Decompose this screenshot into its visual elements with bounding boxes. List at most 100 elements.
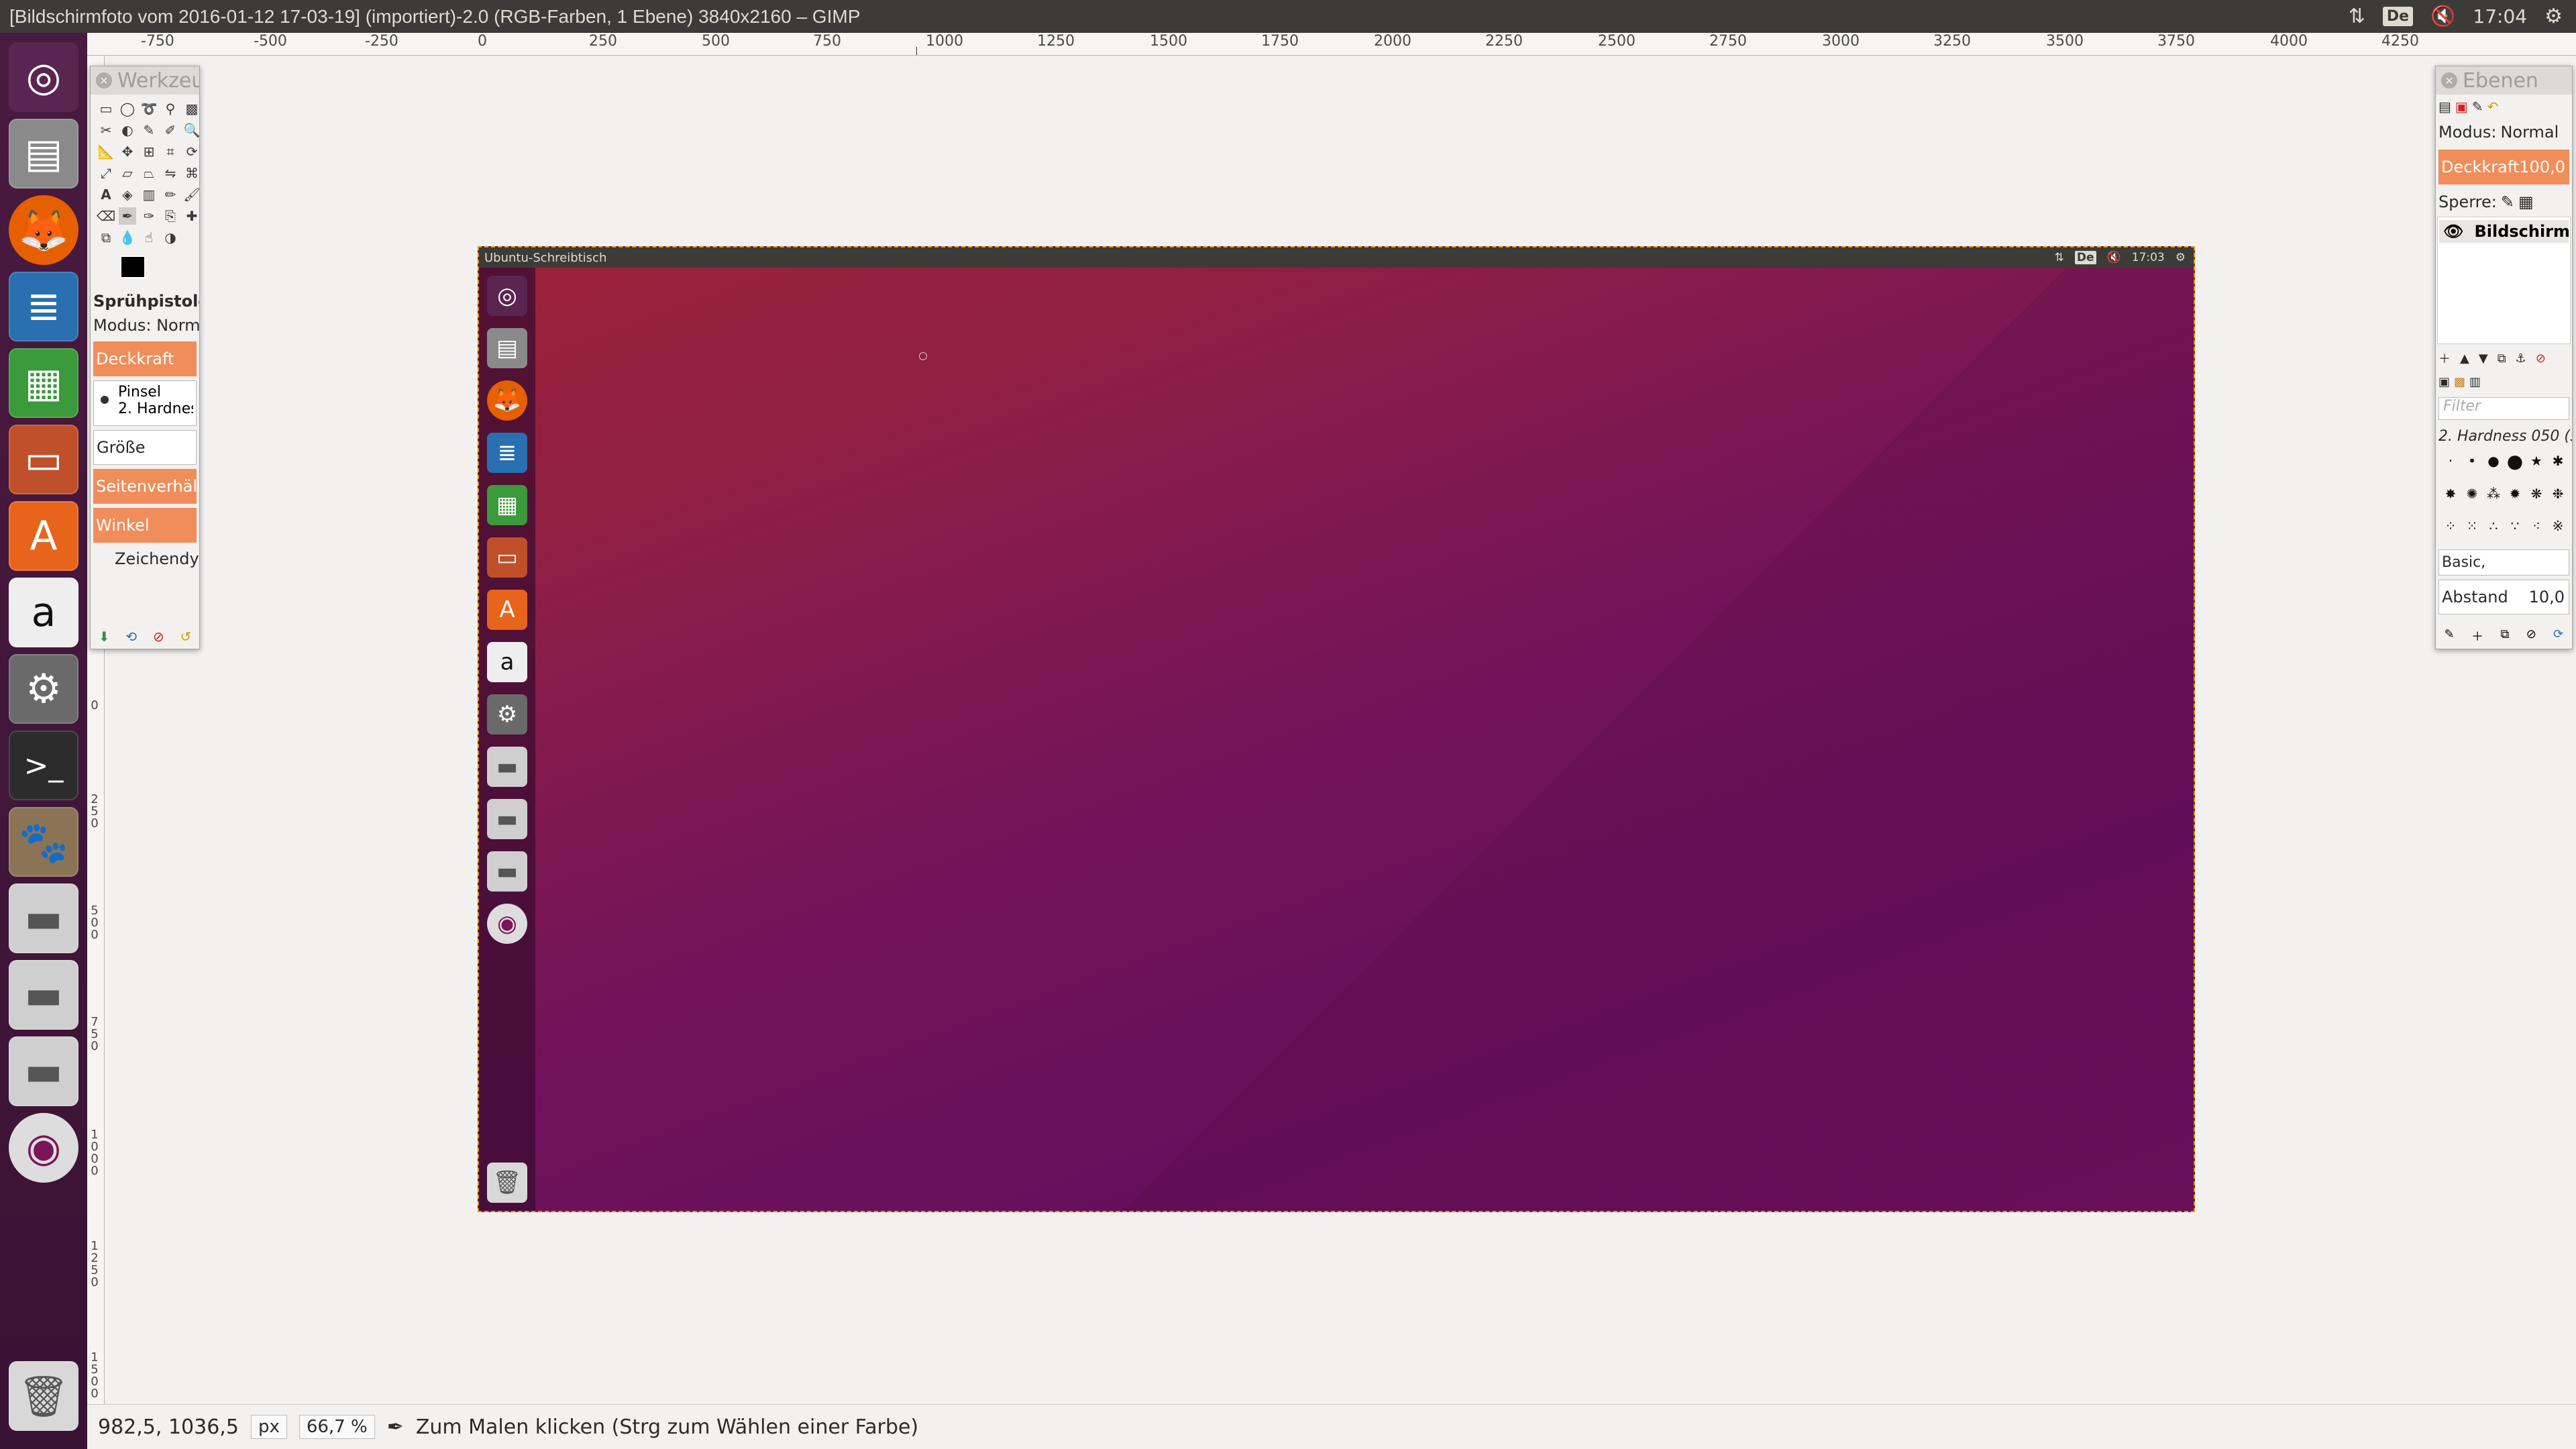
blur-icon[interactable]: 💧 (119, 229, 136, 246)
clock[interactable]: 17:04 (2473, 5, 2527, 28)
lasso-icon[interactable]: ➰ (140, 100, 158, 117)
gear-icon[interactable]: ⚙ (2544, 5, 2563, 28)
pencil-icon[interactable]: ✏ (162, 186, 179, 203)
foreground-color[interactable] (120, 256, 146, 278)
unit-select[interactable]: px (250, 1415, 287, 1439)
delete-layer-icon[interactable]: ⊘ (2536, 352, 2546, 366)
paths-icon[interactable]: ✎ (140, 121, 158, 139)
scale-icon[interactable]: ⤢ (97, 164, 115, 182)
fuzzy-select-icon[interactable]: ⚲ (162, 100, 179, 117)
flip-icon[interactable]: ⇋ (162, 164, 179, 182)
text-icon[interactable]: A (97, 186, 115, 203)
shear-icon[interactable]: ▱ (119, 164, 136, 182)
layer-mode-row[interactable]: Modus: Normal (2436, 119, 2572, 146)
opacity-slider[interactable]: Deckkraft (93, 341, 197, 376)
angle-slider[interactable]: Winkel (93, 508, 197, 543)
brush-item[interactable]: ⁙ (2464, 518, 2480, 534)
reset-options-icon[interactable]: ↺ (180, 629, 191, 645)
system-settings-icon[interactable]: ⚙ (9, 654, 78, 724)
brushes-tab-icon[interactable]: ▣ (2438, 375, 2450, 389)
patterns-tab-icon[interactable]: ▩ (2454, 375, 2465, 389)
new-layer-icon[interactable]: ＋ (2438, 350, 2451, 367)
crop-icon[interactable]: ⌗ (162, 143, 179, 160)
brush-selector[interactable]: Pinsel 2. Hardness 050 (93, 380, 197, 426)
spacing-slider[interactable]: Abstand 10,0 (2438, 580, 2569, 614)
terminal-icon[interactable]: >_ (9, 731, 78, 800)
dodge-burn-icon[interactable]: ◑ (162, 229, 179, 246)
duplicate-brush-icon[interactable]: ⧉ (2500, 627, 2509, 645)
toolbox-titlebar[interactable]: ✕ Werkzeuge (91, 66, 199, 95)
image-canvas[interactable]: Ubuntu-Schreibtisch ⇅ De 🔇 17:03 ⚙ ◎ ▤ 🦊… (478, 246, 2195, 1212)
scissors-icon[interactable]: ✂ (97, 121, 115, 139)
layer-opacity-slider[interactable]: Deckkraft 100,0 (2438, 150, 2569, 184)
perspective-icon[interactable]: ⏢ (140, 164, 158, 182)
paths-tab-icon[interactable]: ✎ (2472, 99, 2483, 115)
drive-icon[interactable]: ▬ (9, 1036, 78, 1106)
move-icon[interactable]: ✥ (119, 143, 136, 160)
duplicate-layer-icon[interactable]: ⧉ (2498, 352, 2506, 366)
perspective-clone-icon[interactable]: ⧉ (97, 229, 115, 246)
brush-item[interactable]: ✹ (2507, 486, 2523, 502)
files-icon[interactable]: ▤ (9, 119, 78, 189)
bucket-fill-icon[interactable]: ◈ (119, 186, 136, 203)
new-brush-icon[interactable]: ＋ (2471, 627, 2483, 645)
channels-tab-icon[interactable]: ▣ (2455, 99, 2468, 115)
dynamics-row[interactable]: Zeichendynamik (91, 547, 199, 571)
keyboard-layout-indicator[interactable]: De (2382, 7, 2414, 26)
eraser-icon[interactable]: ⌫ (97, 207, 115, 225)
restore-options-icon[interactable]: ⟲ (125, 629, 137, 645)
brush-item[interactable]: · (2443, 453, 2459, 469)
gimp-icon[interactable]: 🐾 (9, 807, 78, 877)
measure-icon[interactable]: 📐 (97, 143, 115, 160)
brush-item[interactable]: ✸ (2443, 486, 2459, 502)
ellipse-select-icon[interactable]: ◯ (119, 100, 136, 117)
brush-item[interactable]: ● (2507, 450, 2523, 472)
brush-item[interactable]: ∵ (2507, 518, 2523, 534)
brush-filter-input[interactable]: Filter (2438, 397, 2569, 420)
zoom-select[interactable]: 66,7 % (299, 1415, 375, 1439)
brush-item[interactable]: ∴ (2485, 518, 2502, 534)
layer-down-icon[interactable]: ▼ (2479, 352, 2488, 366)
network-icon[interactable]: ⇅ (2349, 5, 2365, 28)
software-center-icon[interactable]: A (9, 501, 78, 571)
brush-item[interactable]: ⁖ (2528, 518, 2544, 534)
dash-home-icon[interactable]: ◎ (9, 42, 78, 112)
gradients-tab-icon[interactable]: ▥ (2469, 375, 2481, 389)
writer-icon[interactable]: ≣ (9, 272, 78, 341)
calc-icon[interactable]: ▦ (9, 348, 78, 418)
brush-item[interactable]: ● (2485, 453, 2502, 469)
brush-item[interactable]: ❉ (2550, 486, 2566, 502)
delete-options-icon[interactable]: ⊘ (153, 629, 164, 645)
align-icon[interactable]: ⊞ (140, 143, 158, 160)
brush-item[interactable]: ※ (2550, 518, 2566, 534)
eye-icon[interactable]: 👁 (2443, 222, 2463, 241)
brush-tag-input[interactable]: Basic, (2438, 549, 2569, 576)
brush-item[interactable]: ⁂ (2485, 486, 2502, 502)
zoom-icon[interactable]: 🔍 (183, 121, 201, 139)
brush-item[interactable]: ❋ (2528, 486, 2544, 502)
edit-brush-icon[interactable]: ✎ (2445, 627, 2455, 645)
rect-select-icon[interactable]: ▭ (97, 100, 115, 117)
color-swatches[interactable] (120, 252, 199, 289)
layers-tab-icon[interactable]: ▤ (2438, 99, 2451, 115)
foreground-select-icon[interactable]: ◐ (119, 121, 136, 139)
ink-icon[interactable]: ✑ (140, 207, 158, 225)
color-picker-icon[interactable]: ✐ (162, 121, 179, 139)
brush-item[interactable]: • (2464, 453, 2480, 469)
clone-icon[interactable]: ⎘ (162, 207, 179, 225)
close-icon[interactable]: ✕ (96, 72, 112, 89)
brush-item[interactable]: ⁘ (2443, 518, 2459, 534)
anchor-icon[interactable]: ⚓ (2516, 352, 2526, 366)
airbrush-icon[interactable]: ✒ (119, 207, 136, 225)
refresh-brushes-icon[interactable]: ⟳ (2553, 627, 2563, 645)
mode-row[interactable]: Modus: Normal (91, 313, 199, 337)
smudge-icon[interactable]: ☝ (140, 229, 158, 246)
aspect-ratio-slider[interactable]: Seitenverhältnis (93, 469, 197, 504)
rotate-icon[interactable]: ⟳ (183, 143, 201, 160)
firefox-icon[interactable]: 🦊 (9, 195, 78, 265)
layer-mode-select[interactable]: Normal (2500, 123, 2559, 142)
mode-select[interactable]: Normal (156, 316, 199, 335)
heal-icon[interactable]: ✚ (183, 207, 201, 225)
brush-item[interactable]: ★ (2528, 453, 2544, 469)
optical-disc-icon[interactable]: ◉ (9, 1113, 78, 1183)
